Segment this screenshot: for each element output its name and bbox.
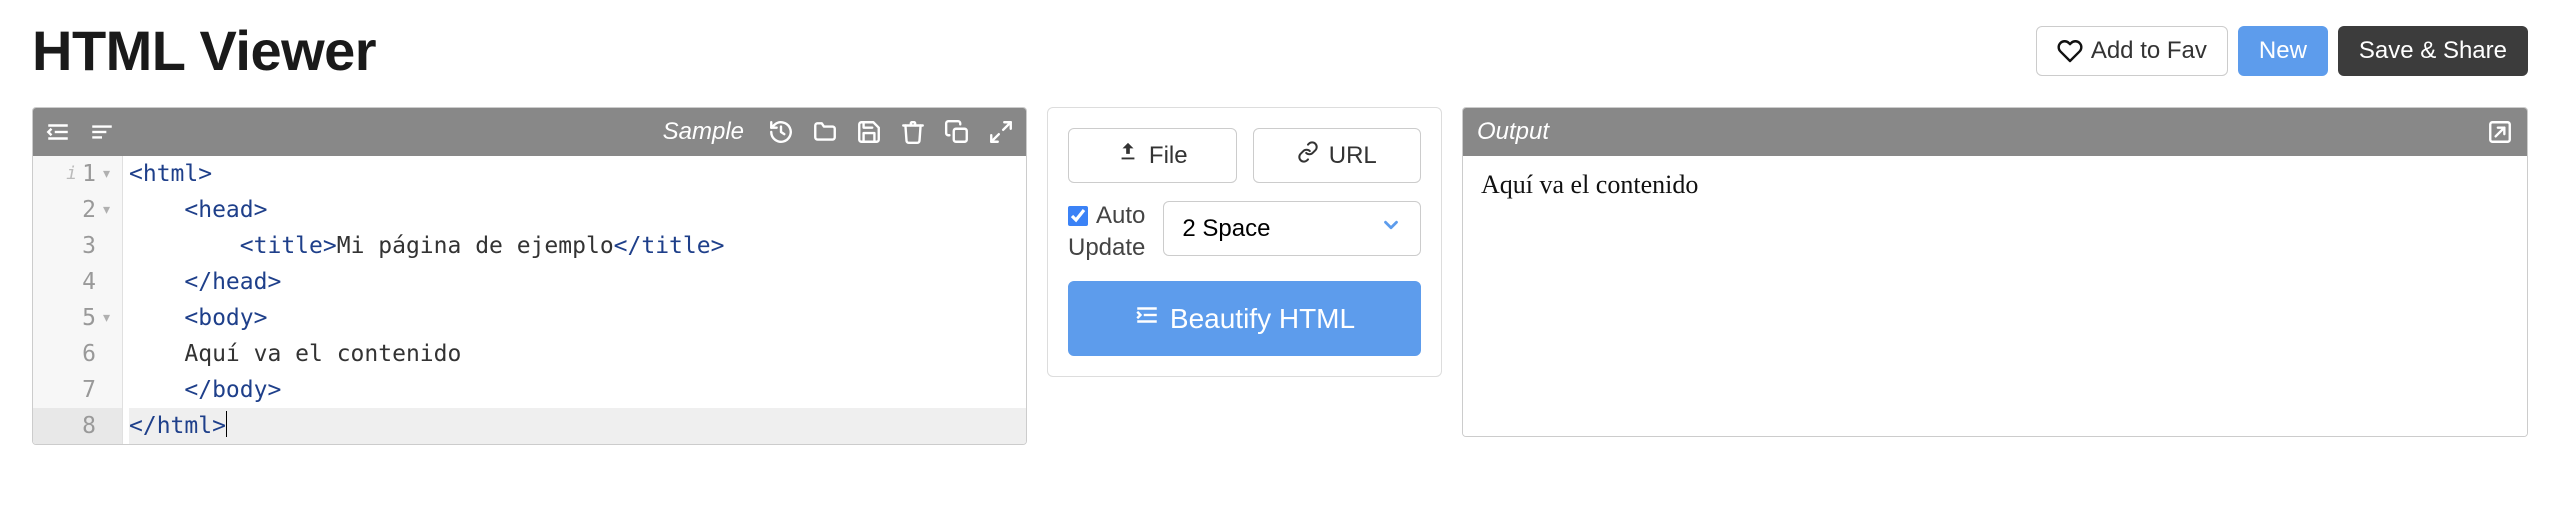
menu-lines-icon[interactable] <box>89 119 115 145</box>
save-share-label: Save & Share <box>2359 37 2507 65</box>
gutter-line: 7 <box>33 372 122 408</box>
gutter-line: 5▾ <box>33 300 122 336</box>
url-label: URL <box>1329 142 1377 170</box>
beautify-icon <box>1134 302 1160 335</box>
heart-icon <box>2057 38 2083 64</box>
save-share-button[interactable]: Save & Share <box>2338 26 2528 76</box>
chevron-down-icon <box>1380 214 1402 243</box>
code-line[interactable]: <title>Mi página de ejemplo</title> <box>129 228 1026 264</box>
file-button[interactable]: File <box>1068 128 1237 183</box>
output-header: Output <box>1463 108 2527 156</box>
page-title: HTML Viewer <box>32 18 376 83</box>
code-line[interactable]: <body> <box>129 300 1026 336</box>
add-fav-label: Add to Fav <box>2091 37 2207 65</box>
add-fav-button[interactable]: Add to Fav <box>2036 26 2228 76</box>
editor-code[interactable]: <html> <head> <title>Mi página de ejempl… <box>123 156 1026 444</box>
load-row: File URL <box>1068 128 1421 183</box>
history-icon[interactable] <box>768 119 794 145</box>
gutter-line: 4 <box>33 264 122 300</box>
indent-select[interactable]: 2 Space <box>1163 201 1421 256</box>
url-button[interactable]: URL <box>1253 128 1422 183</box>
editor-gutter: i1▾2▾345▾678 <box>33 156 123 444</box>
beautify-label: Beautify HTML <box>1170 303 1355 335</box>
trash-icon[interactable] <box>900 119 926 145</box>
output-pane: Output Aquí va el contenido <box>1462 107 2528 437</box>
editor-toolbar: Sample <box>33 108 1026 156</box>
save-icon[interactable] <box>856 119 882 145</box>
auto-update-group: Auto Update <box>1068 201 1145 263</box>
sample-label[interactable]: Sample <box>663 118 744 146</box>
gutter-line: 6 <box>33 336 122 372</box>
controls-pane: File URL Auto Update 2 Space <box>1047 107 1442 377</box>
gutter-line: 2▾ <box>33 192 122 228</box>
output-content: Aquí va el contenido <box>1463 156 2527 436</box>
expand-icon[interactable] <box>988 119 1014 145</box>
link-icon <box>1297 141 1319 170</box>
header-actions: Add to Fav New Save & Share <box>2036 26 2528 76</box>
code-line[interactable]: <html> <box>129 156 1026 192</box>
folder-icon[interactable] <box>812 119 838 145</box>
new-button[interactable]: New <box>2238 26 2328 76</box>
editor-pane: Sample <box>32 107 1027 445</box>
auto-update-word2: Update <box>1068 233 1145 263</box>
open-external-icon[interactable] <box>2487 119 2513 145</box>
gutter-line: 8 <box>33 408 122 444</box>
code-line[interactable]: </html> <box>129 408 1026 444</box>
auto-update-checkbox[interactable] <box>1068 206 1088 226</box>
gutter-line: 3 <box>33 228 122 264</box>
auto-update-word1: Auto <box>1096 201 1145 231</box>
copy-icon[interactable] <box>944 119 970 145</box>
code-line[interactable]: <head> <box>129 192 1026 228</box>
beautify-button[interactable]: Beautify HTML <box>1068 281 1421 356</box>
indent-left-icon[interactable] <box>45 119 71 145</box>
indent-select-value: 2 Space <box>1182 215 1270 243</box>
upload-icon <box>1117 141 1139 170</box>
code-editor[interactable]: i1▾2▾345▾678 <html> <head> <title>Mi pág… <box>33 156 1026 444</box>
editor-toolbar-right: Sample <box>663 118 1014 146</box>
gutter-line: i1▾ <box>33 156 122 192</box>
editor-toolbar-left <box>45 119 115 145</box>
code-line[interactable]: </body> <box>129 372 1026 408</box>
code-line[interactable]: Aquí va el contenido <box>129 336 1026 372</box>
file-label: File <box>1149 142 1188 170</box>
options-row: Auto Update 2 Space <box>1068 201 1421 263</box>
output-label: Output <box>1477 118 1549 146</box>
code-line[interactable]: </head> <box>129 264 1026 300</box>
new-label: New <box>2259 37 2307 65</box>
